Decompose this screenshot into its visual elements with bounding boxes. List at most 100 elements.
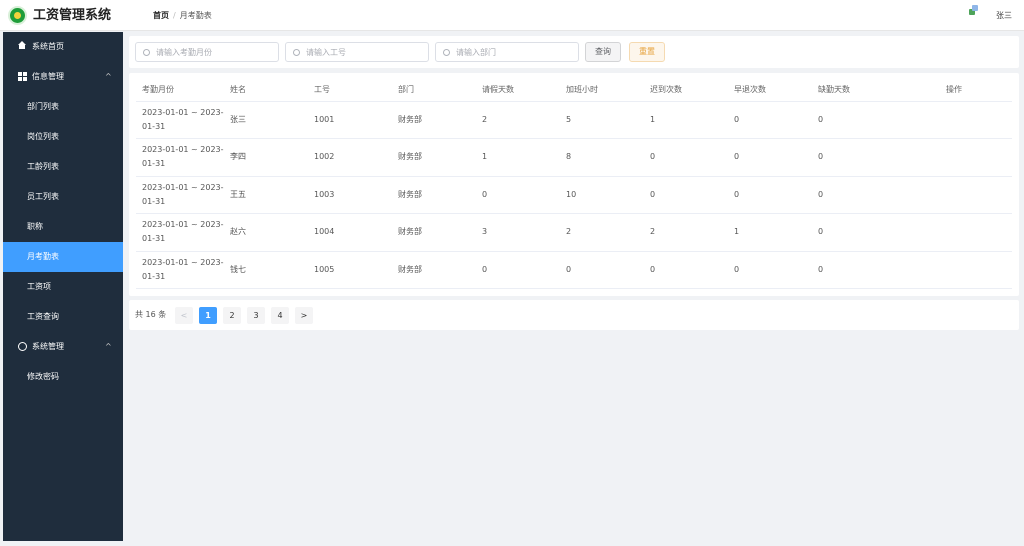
sidebar-item-home[interactable]: 系统首页 bbox=[3, 32, 123, 62]
page-3-button[interactable]: 3 bbox=[247, 307, 265, 324]
cell-month: 2023-01-01 ~ 2023-01-31 bbox=[136, 176, 224, 214]
cell-early-leave-count: 1 bbox=[728, 213, 812, 252]
page-4-button[interactable]: 4 bbox=[271, 307, 289, 324]
user-name[interactable]: 张三 bbox=[996, 10, 1012, 22]
breadcrumb: 首页 / 月考勤表 bbox=[153, 10, 212, 22]
cell-actions[interactable] bbox=[940, 251, 1012, 289]
cell-name: 李四 bbox=[224, 138, 308, 177]
cell-leave-days: 0 bbox=[476, 176, 560, 214]
cell-overtime-hours: 2 bbox=[560, 213, 644, 252]
attendance-table: 考勤月份 姓名 工号 部门 请假天数 加班小时 迟到次数 早退次数 缺勤天数 操… bbox=[136, 78, 1012, 289]
table-row: 2023-01-01 ~ 2023-01-31 赵六 1004 财务部 3 2 2 1 0 bbox=[136, 213, 1012, 252]
sidebar-item-positions[interactable]: 岗位列表 bbox=[3, 122, 123, 152]
app-title: 工资管理系统 bbox=[33, 8, 112, 23]
column-header: 考勤月份 bbox=[136, 78, 224, 102]
cell-empno: 1003 bbox=[308, 176, 392, 214]
column-header: 迟到次数 bbox=[644, 78, 728, 102]
cell-actions[interactable] bbox=[940, 176, 1012, 214]
cell-month: 2023-01-01 ~ 2023-01-31 bbox=[136, 138, 224, 177]
cell-name: 王五 bbox=[224, 176, 308, 214]
grid-icon bbox=[18, 72, 27, 81]
cell-overtime-hours: 0 bbox=[560, 251, 644, 289]
cell-dept: 财务部 bbox=[392, 213, 476, 252]
column-header: 工号 bbox=[308, 78, 392, 102]
next-page-button[interactable]: > bbox=[295, 307, 313, 324]
cell-month: 2023-01-01 ~ 2023-01-31 bbox=[136, 213, 224, 252]
sidebar-item-system-management[interactable]: 系统管理 ^ bbox=[3, 332, 123, 362]
gear-icon bbox=[18, 342, 27, 351]
sidebar-item-salary-query[interactable]: 工资查询 bbox=[3, 302, 123, 332]
breadcrumb-home[interactable]: 首页 bbox=[153, 11, 169, 20]
cell-month: 2023-01-01 ~ 2023-01-31 bbox=[136, 101, 224, 139]
column-header: 缺勤天数 bbox=[812, 78, 940, 102]
cell-leave-days: 0 bbox=[476, 251, 560, 289]
cell-leave-days: 1 bbox=[476, 138, 560, 177]
table-row: 2023-01-01 ~ 2023-01-31 张三 1001 财务部 2 5 1 0 0 bbox=[136, 101, 1012, 139]
column-header: 请假天数 bbox=[476, 78, 560, 102]
sidebar-item-info-management[interactable]: 信息管理 ^ bbox=[3, 62, 123, 92]
cell-actions[interactable] bbox=[940, 213, 1012, 252]
dept-search-field bbox=[435, 42, 579, 62]
breadcrumb-current: 月考勤表 bbox=[179, 11, 212, 20]
cell-empno: 1002 bbox=[308, 138, 392, 177]
reset-button[interactable]: 重置 bbox=[629, 42, 665, 62]
cell-absent-days: 0 bbox=[812, 101, 940, 139]
search-icon bbox=[293, 49, 300, 56]
cell-empno: 1004 bbox=[308, 213, 392, 252]
cell-month: 2023-01-01 ~ 2023-01-31 bbox=[136, 251, 224, 289]
dept-search-input[interactable] bbox=[456, 45, 576, 59]
table-row: 2023-01-01 ~ 2023-01-31 王五 1003 财务部 0 10 0 0 0 bbox=[136, 176, 1012, 214]
breadcrumb-separator: / bbox=[173, 11, 176, 20]
cell-late-count: 0 bbox=[644, 176, 728, 214]
column-header: 加班小时 bbox=[560, 78, 644, 102]
cell-late-count: 0 bbox=[644, 251, 728, 289]
sidebar-item-titles[interactable]: 职称 bbox=[3, 212, 123, 242]
cell-absent-days: 0 bbox=[812, 251, 940, 289]
cell-early-leave-count: 0 bbox=[728, 176, 812, 214]
cell-overtime-hours: 5 bbox=[560, 101, 644, 139]
cell-early-leave-count: 0 bbox=[728, 138, 812, 177]
table-header-row: 考勤月份 姓名 工号 部门 请假天数 加班小时 迟到次数 早退次数 缺勤天数 操… bbox=[136, 78, 1012, 102]
page-2-button[interactable]: 2 bbox=[223, 307, 241, 324]
empno-search-field bbox=[285, 42, 429, 62]
cell-leave-days: 3 bbox=[476, 213, 560, 252]
cell-late-count: 0 bbox=[644, 138, 728, 177]
sidebar-item-salary-items[interactable]: 工资项 bbox=[3, 272, 123, 302]
page-1-button[interactable]: 1 bbox=[199, 307, 217, 324]
top-header: 工资管理系统 首页 / 月考勤表 张三 bbox=[0, 0, 1024, 31]
column-header: 操作 bbox=[940, 78, 1012, 102]
table-row: 2023-01-01 ~ 2023-01-31 钱七 1005 财务部 0 0 0 0 0 bbox=[136, 251, 1012, 289]
month-search-field bbox=[135, 42, 279, 62]
query-button[interactable]: 查询 bbox=[585, 42, 621, 62]
sidebar-item-change-password[interactable]: 修改密码 bbox=[3, 362, 123, 392]
cell-dept: 财务部 bbox=[392, 101, 476, 139]
cell-early-leave-count: 0 bbox=[728, 251, 812, 289]
cell-name: 赵六 bbox=[224, 213, 308, 252]
search-toolbar: 查询 重置 bbox=[129, 36, 1019, 68]
avatar[interactable] bbox=[969, 5, 981, 17]
cell-empno: 1005 bbox=[308, 251, 392, 289]
logo-icon bbox=[8, 6, 27, 25]
table-row: 2023-01-01 ~ 2023-01-31 李四 1002 财务部 1 8 0 0 0 bbox=[136, 138, 1012, 177]
cell-late-count: 1 bbox=[644, 101, 728, 139]
prev-page-button[interactable]: < bbox=[175, 307, 193, 324]
chevron-up-icon: ^ bbox=[105, 342, 112, 351]
attendance-table-panel: 考勤月份 姓名 工号 部门 请假天数 加班小时 迟到次数 早退次数 缺勤天数 操… bbox=[129, 73, 1019, 296]
sidebar: 系统首页 信息管理 ^ 部门列表 岗位列表 工龄列表 员工列表 职称 月考勤表 工… bbox=[3, 32, 123, 541]
sidebar-item-seniority[interactable]: 工龄列表 bbox=[3, 152, 123, 182]
cell-leave-days: 2 bbox=[476, 101, 560, 139]
cell-actions[interactable] bbox=[940, 138, 1012, 177]
month-search-input[interactable] bbox=[156, 45, 276, 59]
cell-actions[interactable] bbox=[940, 101, 1012, 139]
pagination: 共 16 条 < 1 2 3 4 > bbox=[129, 300, 1019, 330]
cell-empno: 1001 bbox=[308, 101, 392, 139]
empno-search-input[interactable] bbox=[306, 45, 426, 59]
cell-absent-days: 0 bbox=[812, 176, 940, 214]
sidebar-item-employees[interactable]: 员工列表 bbox=[3, 182, 123, 212]
cell-dept: 财务部 bbox=[392, 251, 476, 289]
cell-absent-days: 0 bbox=[812, 138, 940, 177]
cell-overtime-hours: 8 bbox=[560, 138, 644, 177]
sidebar-item-departments[interactable]: 部门列表 bbox=[3, 92, 123, 122]
sidebar-item-monthly-attendance[interactable]: 月考勤表 bbox=[3, 242, 123, 272]
cell-dept: 财务部 bbox=[392, 176, 476, 214]
